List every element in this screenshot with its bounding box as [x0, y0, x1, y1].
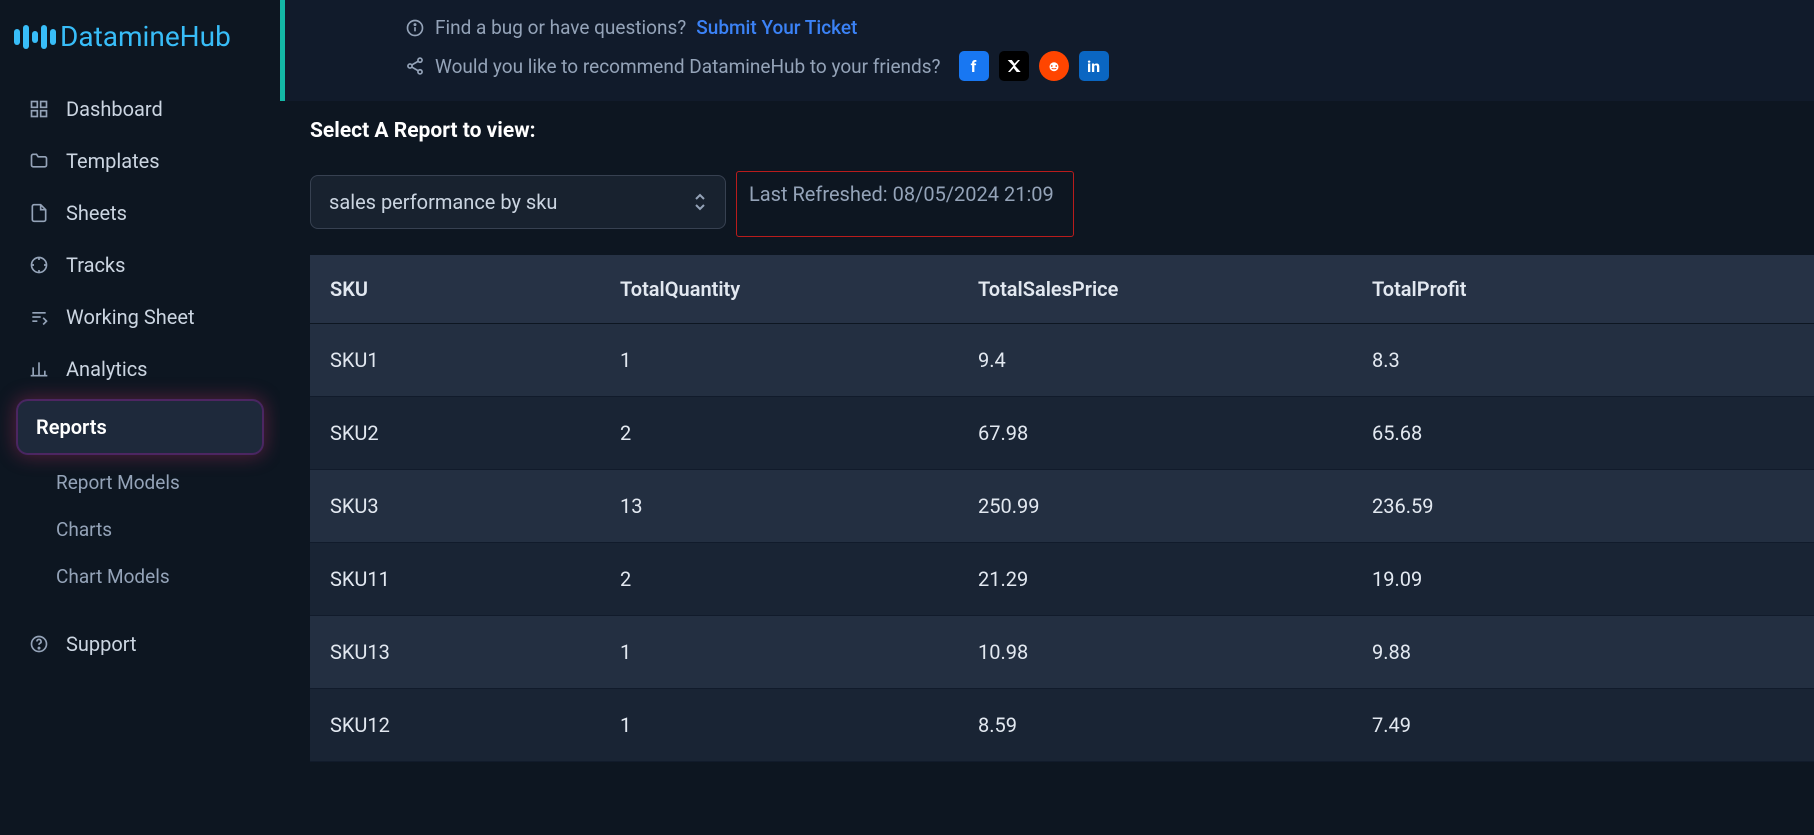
table-cell: 19.09 — [1352, 543, 1814, 616]
sidebar: DatamineHub Dashboard Templates Sheets T… — [0, 0, 280, 835]
edit-lines-icon — [28, 307, 50, 327]
table-cell: 250.99 — [958, 470, 1352, 543]
file-icon — [28, 203, 50, 223]
chart-icon — [28, 359, 50, 379]
sidebar-item-working-sheet[interactable]: Working Sheet — [10, 291, 270, 343]
logo[interactable]: DatamineHub — [0, 10, 280, 83]
submit-ticket-link[interactable]: Submit Your Ticket — [696, 16, 857, 39]
table-cell: SKU2 — [310, 397, 600, 470]
sidebar-item-label: Charts — [56, 518, 112, 541]
table-cell: 1 — [600, 616, 958, 689]
controls-row: sales performance by sku Last Refreshed:… — [310, 175, 1814, 237]
reddit-icon[interactable] — [1039, 51, 1069, 81]
sidebar-item-tracks[interactable]: Tracks — [10, 239, 270, 291]
sidebar-item-dashboard[interactable]: Dashboard — [10, 83, 270, 135]
table-cell: 2 — [600, 543, 958, 616]
report-table: SKU TotalQuantity TotalSalesPrice TotalP… — [310, 255, 1814, 762]
linkedin-icon[interactable]: in — [1079, 51, 1109, 81]
table-cell: 2 — [600, 397, 958, 470]
target-icon — [28, 255, 50, 275]
folder-icon — [28, 151, 50, 171]
content: Select A Report to view: sales performan… — [280, 119, 1814, 762]
logo-text: DatamineHub — [60, 20, 231, 53]
table-cell: 9.88 — [1352, 616, 1814, 689]
table-cell: SKU12 — [310, 689, 600, 762]
sidebar-item-support[interactable]: Support — [10, 618, 270, 670]
col-header-profit[interactable]: TotalProfit — [1352, 255, 1814, 324]
sidebar-item-label: Report Models — [56, 471, 180, 494]
sidebar-item-analytics[interactable]: Analytics — [10, 343, 270, 395]
table-cell: SKU11 — [310, 543, 600, 616]
table-row[interactable]: SKU11221.2919.09 — [310, 543, 1814, 616]
sidebar-item-chart-models[interactable]: Chart Models — [10, 553, 270, 600]
sidebar-item-label: Reports — [36, 415, 107, 439]
sidebar-item-label: Tracks — [66, 253, 125, 277]
nav: Dashboard Templates Sheets Tracks Workin… — [0, 83, 280, 670]
sidebar-item-report-models[interactable]: Report Models — [10, 459, 270, 506]
sidebar-item-reports[interactable]: Reports — [18, 401, 262, 453]
table-cell: 8.3 — [1352, 324, 1814, 397]
report-select-value: sales performance by sku — [329, 190, 557, 214]
report-select[interactable]: sales performance by sku — [310, 175, 726, 229]
table-cell: SKU1 — [310, 324, 600, 397]
sidebar-item-label: Templates — [66, 149, 160, 173]
table-row[interactable]: SKU119.48.3 — [310, 324, 1814, 397]
table-cell: 67.98 — [958, 397, 1352, 470]
sidebar-item-sheets[interactable]: Sheets — [10, 187, 270, 239]
table-cell: 10.98 — [958, 616, 1352, 689]
table-cell: 236.59 — [1352, 470, 1814, 543]
col-header-sales[interactable]: TotalSalesPrice — [958, 255, 1352, 324]
dashboard-icon — [28, 99, 50, 119]
last-refreshed-box: Last Refreshed: 08/05/2024 21:09 — [736, 171, 1074, 237]
info-banner: Find a bug or have questions? Submit You… — [280, 0, 1814, 101]
recommend-text: Would you like to recommend DatamineHub … — [435, 55, 941, 78]
sidebar-item-label: Analytics — [66, 357, 148, 381]
bug-row: Find a bug or have questions? Submit You… — [405, 10, 1796, 45]
sidebar-item-charts[interactable]: Charts — [10, 506, 270, 553]
sidebar-item-label: Working Sheet — [66, 305, 195, 329]
section-title: Select A Report to view: — [310, 119, 1814, 143]
logo-icon — [14, 25, 56, 49]
last-refreshed-text: Last Refreshed: 08/05/2024 21:09 — [749, 182, 1054, 206]
share-icon — [405, 56, 425, 76]
table-cell: 65.68 — [1352, 397, 1814, 470]
sidebar-item-label: Dashboard — [66, 97, 163, 121]
col-header-qty[interactable]: TotalQuantity — [600, 255, 958, 324]
table-cell: 13 — [600, 470, 958, 543]
help-icon — [28, 634, 50, 654]
table-cell: 9.4 — [958, 324, 1352, 397]
col-header-sku[interactable]: SKU — [310, 255, 600, 324]
table-cell: 7.49 — [1352, 689, 1814, 762]
table-cell: 1 — [600, 689, 958, 762]
info-icon — [405, 18, 425, 38]
main: Find a bug or have questions? Submit You… — [280, 0, 1814, 835]
table-cell: 1 — [600, 324, 958, 397]
table-header-row: SKU TotalQuantity TotalSalesPrice TotalP… — [310, 255, 1814, 324]
table-cell: SKU13 — [310, 616, 600, 689]
select-chevron-icon — [693, 192, 707, 212]
sidebar-item-label: Support — [66, 632, 137, 656]
table-row[interactable]: SKU2267.9865.68 — [310, 397, 1814, 470]
sidebar-item-label: Chart Models — [56, 565, 170, 588]
x-icon[interactable] — [999, 51, 1029, 81]
sidebar-item-label: Sheets — [66, 201, 127, 225]
bug-text: Find a bug or have questions? — [435, 16, 686, 39]
table-row[interactable]: SKU1218.597.49 — [310, 689, 1814, 762]
table-cell: SKU3 — [310, 470, 600, 543]
table-cell: 21.29 — [958, 543, 1352, 616]
recommend-row: Would you like to recommend DatamineHub … — [405, 45, 1796, 87]
table-cell: 8.59 — [958, 689, 1352, 762]
table-row[interactable]: SKU13110.989.88 — [310, 616, 1814, 689]
social-icons: f in — [959, 51, 1109, 81]
table-row[interactable]: SKU313250.99236.59 — [310, 470, 1814, 543]
facebook-icon[interactable]: f — [959, 51, 989, 81]
sidebar-item-templates[interactable]: Templates — [10, 135, 270, 187]
